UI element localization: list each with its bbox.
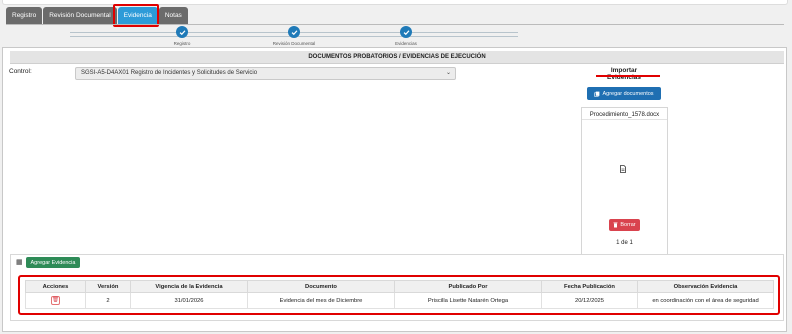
- column-header-documento: Documento: [247, 280, 395, 293]
- control-select[interactable]: SGSI-A5-D4AX01 Registro de Incidentes y …: [75, 67, 456, 80]
- tab-bar: Registro Revisión Documental Evidencia N…: [6, 7, 188, 24]
- control-select-value: SGSI-A5-D4AX01 Registro de Incidentes y …: [81, 70, 258, 76]
- column-header-vigencia: Vigencia de la Evidencia: [130, 280, 248, 293]
- column-header-publicado-por: Publicado Por: [394, 280, 542, 293]
- evidence-card: DOCUMENTOS PROBATORIOS / EVIDENCIAS DE E…: [2, 47, 787, 332]
- publish-date-cell: 20/12/2025: [541, 292, 638, 309]
- published-by-cell: Priscilla Lisette Natarén Ortega: [394, 292, 542, 309]
- add-documents-label: Agregar documentos: [602, 90, 654, 97]
- evidence-table: Acciones Versión Vigencia de la Evidenci…: [25, 280, 774, 309]
- step-revision: Revisión Documental: [254, 26, 334, 46]
- check-icon: [288, 26, 300, 38]
- actions-cell: 🗑: [25, 292, 86, 309]
- validity-cell: 31/01/2026: [130, 292, 248, 309]
- import-title: Importar Evidencias: [607, 67, 641, 81]
- tab-revision-documental[interactable]: Revisión Documental: [43, 7, 117, 24]
- evidence-panel: ▦ Agregar Evidencia Acciones Versión Vig…: [10, 254, 784, 321]
- column-header-acciones: Acciones: [25, 280, 86, 293]
- progress-stepper: Registro Revisión Documental Evidencias: [70, 25, 520, 47]
- document-file-name: Procedimiento_1578.docx: [582, 110, 667, 120]
- observation-cell: en coordinación con el área de seguridad: [637, 292, 774, 309]
- document-pagination: 1 de 1: [616, 240, 633, 246]
- column-header-fecha-publicacion: Fecha Publicación: [541, 280, 638, 293]
- section-title: DOCUMENTOS PROBATORIOS / EVIDENCIAS DE E…: [10, 51, 784, 64]
- trash-icon[interactable]: 🗑: [51, 296, 60, 305]
- tab-notas[interactable]: Notas: [158, 7, 188, 24]
- copy-icon: [594, 91, 600, 97]
- chevron-down-icon: ⌄: [445, 70, 451, 76]
- check-icon: [176, 26, 188, 38]
- import-title-underline: [596, 75, 660, 77]
- column-header-version: Versión: [85, 280, 131, 293]
- step-label: Registro: [173, 41, 191, 46]
- table-header-row: Acciones Versión Vigencia de la Evidenci…: [25, 280, 774, 293]
- step-registro: Registro: [142, 26, 222, 46]
- add-documents-button[interactable]: Agregar documentos: [587, 87, 661, 100]
- check-icon: [400, 26, 412, 38]
- delete-document-button[interactable]: Borrar: [609, 219, 640, 231]
- table-icon: ▦: [16, 259, 23, 266]
- trash-icon: [613, 222, 618, 228]
- document-cell: Evidencia del mes de Diciembre: [247, 292, 395, 309]
- file-icon: [620, 165, 626, 175]
- evidence-table-highlight: Acciones Versión Vigencia de la Evidenci…: [18, 275, 780, 315]
- tab-registro[interactable]: Registro: [6, 7, 43, 24]
- version-cell: 2: [85, 292, 131, 309]
- step-label: Evidencias: [395, 41, 417, 46]
- control-label: Control:: [9, 68, 32, 75]
- delete-label: Borrar: [620, 222, 636, 228]
- document-preview: Procedimiento_1578.docx Borrar 1 de 1: [581, 107, 668, 255]
- table-row: 🗑 2 31/01/2026 Evidencia del mes de Dici…: [25, 292, 774, 309]
- step-label: Revisión Documental: [272, 41, 316, 46]
- add-evidence-button[interactable]: Agregar Evidencia: [26, 257, 80, 268]
- step-evidencias: Evidencias: [366, 26, 446, 46]
- column-header-observacion: Observación Evidencia: [637, 280, 774, 293]
